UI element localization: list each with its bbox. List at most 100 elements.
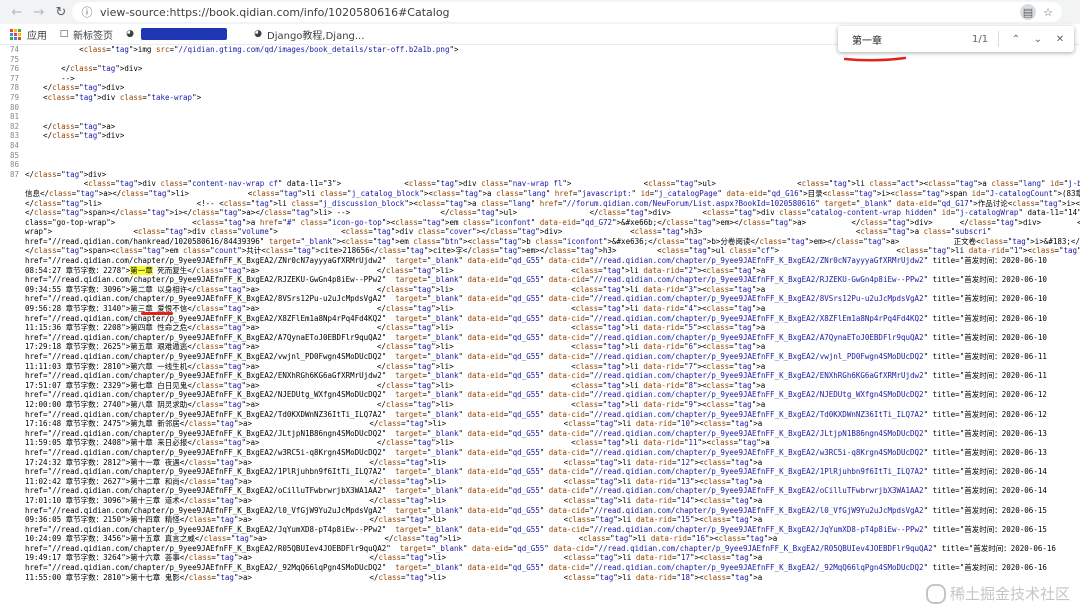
find-match-highlight: 第一章: [130, 265, 153, 275]
line-code: href="//read.qidian.com/chapter/p_9yee9J…: [25, 409, 1047, 419]
line-code: 17:51:07 章节字数：2329">第七章 白日见鬼</class="tag…: [25, 380, 766, 390]
line-number: 76: [9, 64, 19, 74]
line-code: href="//read.qidian.com/chapter/p_9yee9J…: [25, 352, 1047, 361]
source-line: class="go-top-wrap"> <class="tag">a href…: [0, 218, 1080, 228]
line-number: 82: [9, 121, 19, 131]
source-line: wrap"> <class="tag">div class="volume"> …: [0, 227, 1080, 237]
browser-toolbar: ← → ↻ ⓘ view-source:https://book.qidian.…: [0, 0, 1080, 24]
source-line: 80: [0, 103, 1080, 113]
globe-icon: ◕: [254, 29, 262, 39]
line-code: href="//read.qidian.com/chapter/p_9yee9J…: [25, 332, 1047, 342]
find-input[interactable]: 第一章: [852, 32, 962, 47]
source-line: 86: [0, 160, 1080, 170]
line-number: 77: [9, 73, 19, 83]
source-line: href="//read.qidian.com/chapter/p_9yee9J…: [0, 333, 1080, 343]
source-line: 11:02:42 章节字数：2627">第十二章 和尚</class="tag"…: [0, 477, 1080, 487]
line-code: </class="tag">a>: [25, 121, 116, 131]
line-code: href="//read.qidian.com/chapter/p_9yee9J…: [25, 563, 1047, 573]
line-number: 74: [9, 45, 19, 54]
line-code: href="//read.qidian.com/chapter/p_9yee9J…: [25, 505, 1047, 515]
line-number: 79: [9, 92, 19, 102]
line-code: href="//read.qidian.com/chapter/p_9yee9J…: [25, 543, 1056, 553]
bookmark-django[interactable]: ◕ Django教程,Djang...: [253, 27, 364, 42]
back-arrow-icon[interactable]: ←: [6, 1, 28, 23]
source-line: href="//read.qidian.com/chapter/p_9yee9J…: [0, 256, 1080, 266]
line-code: 09:56:28 章节字数：3140">第三章 爱恨不信</class="tag…: [25, 304, 766, 314]
apps-grid-icon[interactable]: [10, 28, 21, 40]
line-code: 11:59:05 章节字数：2408">第十章 来日必报</class="tag…: [25, 438, 770, 448]
bookmark-redacted[interactable]: ◕: [125, 28, 241, 40]
source-line: </class="tag">span><class="tag">em class…: [0, 246, 1080, 256]
line-number: 80: [9, 102, 19, 112]
line-code: </class="tag">div>: [25, 64, 143, 74]
source-line: href="//read.qidian.com/chapter/p_9yee9J…: [0, 410, 1080, 420]
line-code: 19:49:17 章节字数：3264">第十六章 荟事</class="tag"…: [25, 553, 763, 563]
source-line: 17:16:48 章节字数：2475">第九章 新邻居</class="tag"…: [0, 419, 1080, 429]
chevron-up-icon[interactable]: ⌃: [1005, 34, 1027, 45]
source-line: 11:11:03 章节字数：2810">第六章 一线生机</class="tag…: [0, 362, 1080, 372]
source-line: href="//read.qidian.com/chapter/p_9yee9J…: [0, 390, 1080, 400]
source-line: 87 </class="tag">div>: [0, 170, 1080, 180]
chevron-down-icon[interactable]: ⌄: [1027, 34, 1049, 45]
line-code: 17:16:48 章节字数：2475">第九章 新邻居</class="tag"…: [25, 419, 763, 429]
source-line: 85: [0, 151, 1080, 161]
find-match-count: 1/1: [972, 33, 989, 45]
source-line: 81: [0, 112, 1080, 122]
line-code: 12:00:00 章节字数：2740">第八章 阴灵求助</class="tag…: [25, 399, 766, 409]
source-line: 信息</class="tag">a></class="tag">li> <cla…: [0, 189, 1080, 199]
line-code: href="//read.qidian.com/chapter/p_9yee9J…: [25, 486, 1047, 496]
source-line: </class="tag">span></class="tag">i></cla…: [0, 208, 1080, 218]
bookmark-apps[interactable]: 应用: [27, 27, 47, 42]
line-code: href="//read.qidian.com/chapter/p_9yee9J…: [25, 275, 1047, 285]
line-code: 11:55:00 章节字数：2810">第十七章 鬼影</class="tag"…: [25, 572, 763, 582]
page-action-icon[interactable]: ▤: [1020, 4, 1036, 20]
red-underline-annotation: [844, 56, 906, 62]
source-line: 82 </class="tag">a>: [0, 122, 1080, 132]
source-line: href="//read.qidian.com/hankread/1020580…: [0, 237, 1080, 247]
line-code: 11:02:42 章节字数：2627">第十二章 和尚</class="tag"…: [25, 476, 763, 486]
line-code: class="go-top-wrap"> <class="tag">a href…: [25, 217, 1080, 227]
line-code: 11:15:36 章节字数：2208">第四章 性命之危</class="tag…: [25, 323, 766, 333]
close-icon[interactable]: ✕: [1049, 34, 1071, 45]
source-line: 17:51:07 章节字数：2329">第七章 白日见鬼</class="tag…: [0, 381, 1080, 391]
line-code: href="//read.qidian.com/chapter/p_9yee9J…: [25, 428, 1047, 438]
line-code: 09:34:55 章节字数：3096">第二章 以身相许</class="tag…: [25, 284, 766, 294]
source-line: 17:24:32 章节字数：2812">第十一章 夜遇</class="tag"…: [0, 458, 1080, 468]
line-code: 08:54:27 章节字数：2278">第一章 死而复生</class="tag…: [25, 265, 766, 275]
bookmark-star-icon[interactable]: ☆: [1040, 4, 1056, 20]
source-line: 76 </class="tag">div>: [0, 64, 1080, 74]
line-number: 84: [9, 140, 19, 150]
line-code: href="//read.qidian.com/chapter/p_9yee9J…: [25, 467, 1047, 477]
source-line: <class="tag">div class="content-nav-wrap…: [0, 179, 1080, 189]
source-line: 11:55:00 章节字数：2810">第十七章 鬼影</class="tag"…: [0, 573, 1080, 583]
source-line: href="//read.qidian.com/chapter/p_9yee9J…: [0, 486, 1080, 496]
find-bar: 第一章 1/1 ⌃ ⌄ ✕: [838, 26, 1074, 52]
bookmark-new-tab[interactable]: □ 新标签页: [59, 27, 113, 42]
line-code: href="//read.qidian.com/chapter/p_9yee9J…: [25, 256, 1047, 266]
reload-icon[interactable]: ↻: [50, 1, 72, 23]
line-code: 11:11:03 章节字数：2810">第六章 一线生机</class="tag…: [25, 361, 766, 371]
line-code: <class="tag">div class="take-wrap">: [25, 92, 202, 102]
source-line: href="//read.qidian.com/chapter/p_9yee9J…: [0, 467, 1080, 477]
line-code: 10:24:09 章节字数：3456">第十五章 真言之威</class="ta…: [25, 534, 778, 544]
source-line: 11:59:05 章节字数：2408">第十章 来日必报</class="tag…: [0, 438, 1080, 448]
site-info-icon[interactable]: ⓘ: [78, 4, 96, 20]
line-number: 85: [9, 150, 19, 160]
line-code: href="//read.qidian.com/chapter/p_9yee9J…: [25, 294, 1047, 304]
line-code: 09:36:05 章节字数：2150">第十四章 精怪</class="tag"…: [25, 515, 763, 525]
line-number: 81: [9, 112, 19, 122]
red-highlight-annotation: [141, 312, 173, 315]
line-code: 信息</class="tag">a></class="tag">li> <cla…: [25, 188, 1080, 198]
address-bar[interactable]: ⓘ view-source:https://book.qidian.com/in…: [72, 2, 1062, 22]
source-line: 78 </class="tag">div>: [0, 83, 1080, 93]
line-code: </class="tag">div>: [25, 131, 125, 141]
source-line: href="//read.qidian.com/chapter/p_9yee9J…: [0, 506, 1080, 516]
address-url[interactable]: view-source:https://book.qidian.com/info…: [100, 6, 450, 19]
source-line: href="//read.qidian.com/chapter/p_9yee9J…: [0, 352, 1080, 362]
watermark-text: 稀土掘金技术社区: [949, 585, 1070, 603]
forward-arrow-icon[interactable]: →: [28, 1, 50, 23]
line-code: <class="tag">div class="content-nav-wrap…: [25, 179, 1080, 189]
source-line: 83 </class="tag">div>: [0, 131, 1080, 141]
line-code: wrap"> <class="tag">div class="volume"> …: [25, 227, 992, 237]
source-line: href="//read.qidian.com/chapter/p_9yee9J…: [0, 314, 1080, 324]
